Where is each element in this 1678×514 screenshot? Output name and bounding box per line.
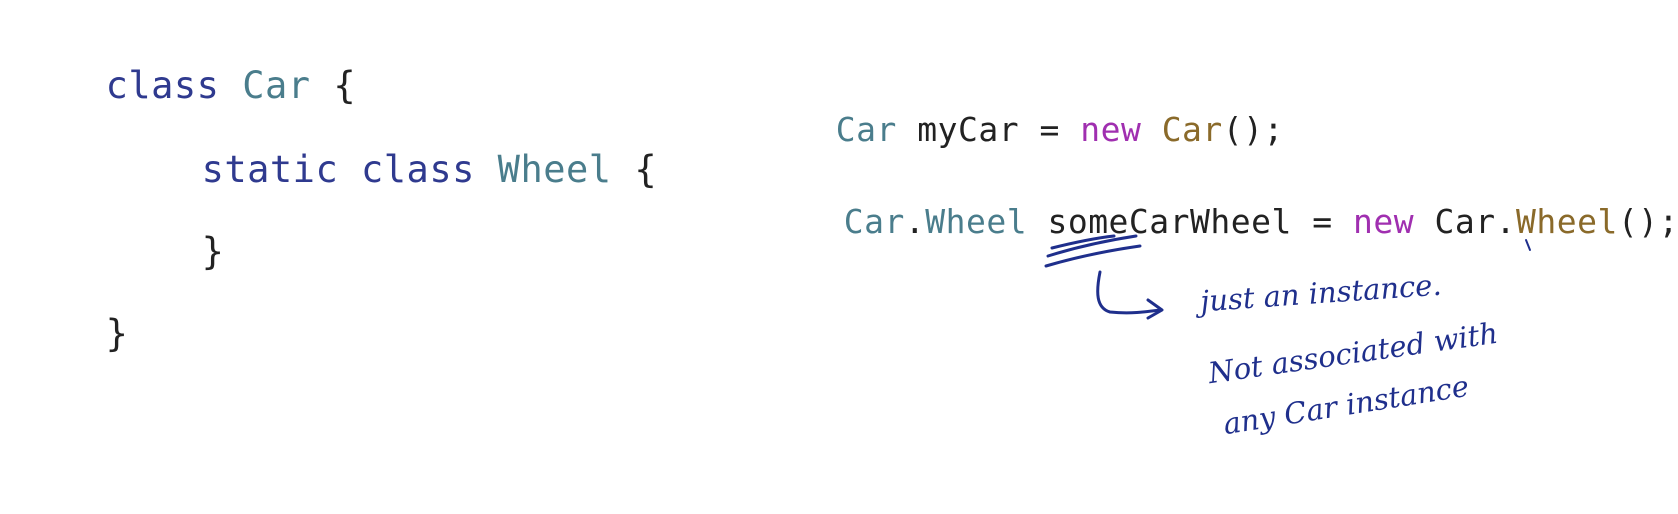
arrow-head: [1146, 298, 1164, 320]
arrow-shaft: [1096, 270, 1162, 315]
underline-stroke-2: [1044, 244, 1142, 268]
cursor-mark: [1525, 239, 1531, 251]
handwritten-ink: [1044, 234, 1531, 320]
